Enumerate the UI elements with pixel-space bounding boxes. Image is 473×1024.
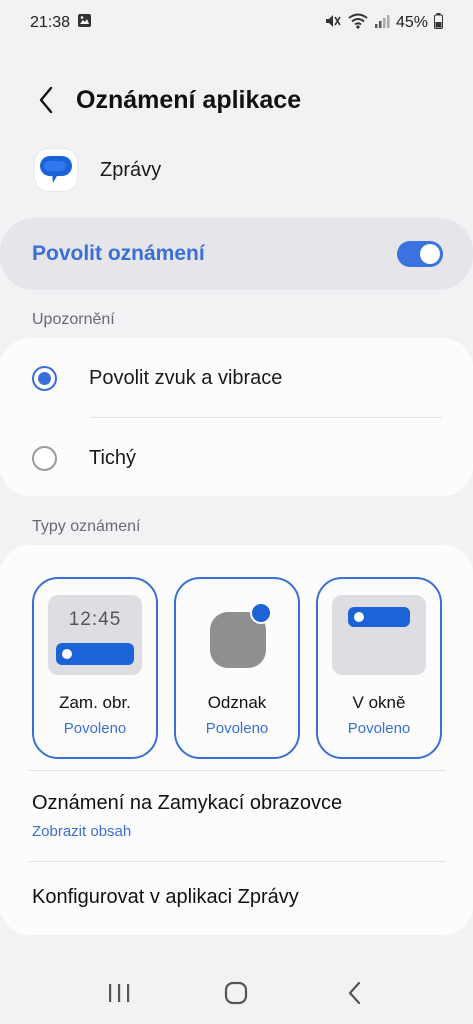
lockscreen-title: Oznámení na Zamykací obrazovce bbox=[32, 792, 343, 814]
configure-title: Konfigurovat v aplikaci Zprávy bbox=[32, 886, 299, 908]
toggle-knob bbox=[420, 244, 440, 264]
alerts-card: Povolit zvuk a vibrace Tichý bbox=[0, 338, 473, 496]
app-notifications-screen: 21:38 45% Oznámení aplikace Zprávy Povol… bbox=[0, 0, 473, 1024]
badge-dot-icon bbox=[250, 602, 272, 624]
page-title: Oznámení aplikace bbox=[76, 85, 302, 114]
header: Oznámení aplikace bbox=[0, 72, 473, 128]
recents-icon bbox=[108, 984, 130, 1002]
notification-bar-icon bbox=[56, 643, 134, 665]
back-button[interactable] bbox=[18, 72, 74, 128]
radio-unselected[interactable] bbox=[32, 445, 57, 471]
home-button[interactable] bbox=[206, 968, 266, 1018]
tile-lock-screen[interactable]: 12:45 Zam. obr. Povoleno bbox=[32, 577, 158, 759]
status-bar-left: 21:38 bbox=[30, 13, 92, 33]
configure-in-app-row[interactable]: Konfigurovat v aplikaci Zprávy bbox=[32, 886, 299, 909]
tile-status: Povoleno bbox=[63, 720, 127, 737]
app-name: Zprávy bbox=[100, 158, 162, 181]
lockscreen-subtitle: Zobrazit obsah bbox=[32, 823, 132, 840]
back-nav-icon bbox=[349, 981, 361, 1005]
status-bar-right: 45% bbox=[324, 12, 443, 34]
chevron-left-icon bbox=[39, 86, 53, 114]
alert-option-silent[interactable]: Tichý bbox=[0, 418, 473, 498]
status-bar: 21:38 45% bbox=[0, 0, 473, 46]
navigation-bar bbox=[0, 962, 473, 1024]
lock-screen-preview: 12:45 bbox=[48, 595, 142, 675]
gallery-icon bbox=[77, 13, 92, 33]
home-icon bbox=[225, 981, 248, 1005]
alert-option-sound[interactable]: Povolit zvuk a vibrace bbox=[0, 338, 473, 418]
signal-icon bbox=[374, 13, 390, 34]
popup-bar-icon bbox=[348, 607, 410, 627]
battery-percent: 45% bbox=[395, 14, 428, 31]
tile-popup[interactable]: V okně Povoleno bbox=[316, 577, 442, 759]
tile-title: Odznak bbox=[207, 693, 267, 712]
status-time: 21:38 bbox=[30, 14, 71, 31]
alert-option-label: Povolit zvuk a vibrace bbox=[89, 366, 283, 389]
allow-notifications-label: Povolit oznámení bbox=[32, 242, 205, 265]
allow-notifications-row[interactable]: Povolit oznámení bbox=[0, 218, 473, 290]
allow-notifications-toggle[interactable] bbox=[397, 241, 443, 267]
tile-badge[interactable]: Odznak Povoleno bbox=[174, 577, 300, 759]
battery-icon bbox=[434, 12, 443, 34]
preview-time: 12:45 bbox=[68, 609, 122, 630]
popup-preview bbox=[332, 595, 426, 675]
types-card: 12:45 Zam. obr. Povoleno Odznak Povoleno… bbox=[0, 545, 473, 935]
divider bbox=[28, 770, 446, 771]
app-info-row: Zprávy bbox=[34, 146, 161, 194]
mute-icon bbox=[324, 13, 342, 34]
tile-title: Zam. obr. bbox=[59, 693, 131, 712]
divider bbox=[28, 861, 446, 862]
types-section-label: Typy oznámení bbox=[32, 518, 141, 535]
tile-title: V okně bbox=[352, 693, 406, 712]
wifi-icon bbox=[348, 13, 368, 34]
recents-button[interactable] bbox=[89, 968, 149, 1018]
tile-status: Povoleno bbox=[347, 720, 411, 737]
messages-app-icon bbox=[34, 148, 78, 192]
lockscreen-notifications-row[interactable]: Oznámení na Zamykací obrazovce Zobrazit … bbox=[32, 792, 342, 840]
tile-status: Povoleno bbox=[205, 720, 269, 737]
radio-selected[interactable] bbox=[32, 365, 57, 391]
back-nav-button[interactable] bbox=[324, 968, 384, 1018]
alerts-section-label: Upozornění bbox=[32, 311, 115, 328]
alert-option-label: Tichý bbox=[89, 446, 137, 469]
